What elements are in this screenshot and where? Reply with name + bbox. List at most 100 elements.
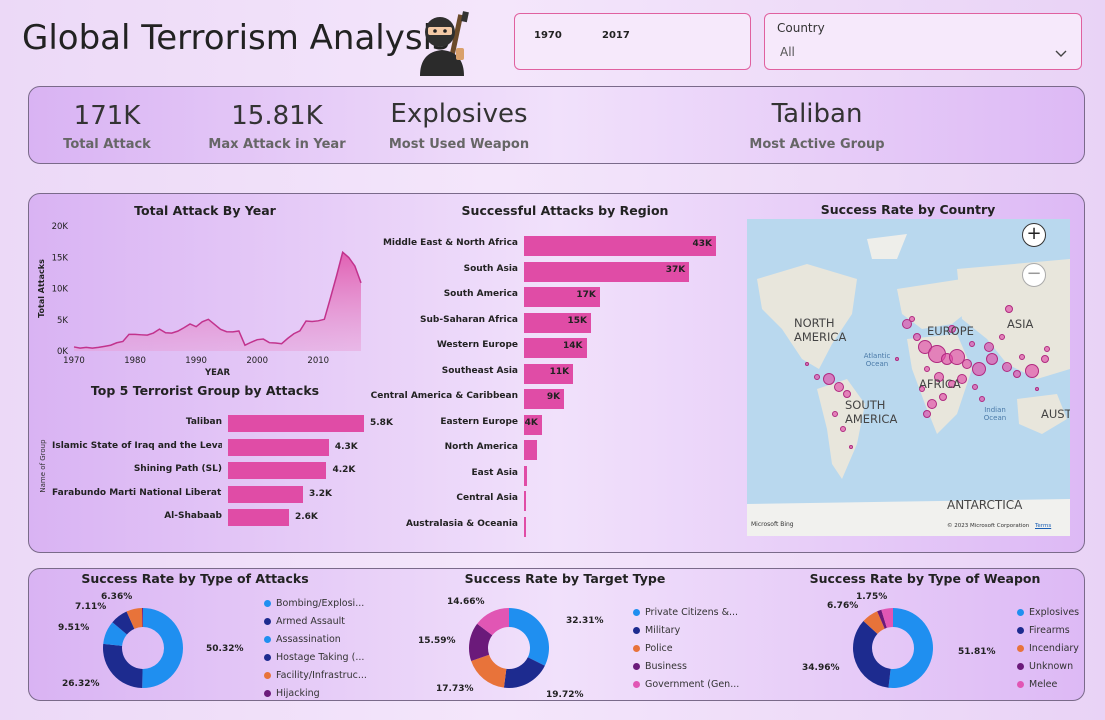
map-country-marker[interactable] xyxy=(1002,362,1012,372)
map-terms-link[interactable]: Terms xyxy=(1035,523,1051,529)
map-country-marker[interactable] xyxy=(832,411,838,417)
legend-item[interactable]: Business xyxy=(633,661,687,672)
bar[interactable] xyxy=(524,465,528,486)
map-country-marker[interactable] xyxy=(1041,355,1049,363)
bar[interactable] xyxy=(524,491,527,511)
legend-item[interactable]: Armed Assault xyxy=(264,616,345,627)
bar-category-label: Islamic State of Iraq and the Levant (IS… xyxy=(52,440,222,451)
bar[interactable] xyxy=(228,415,364,432)
max-attack-label: Max Attack in Year xyxy=(208,137,346,152)
map-country-marker[interactable] xyxy=(999,334,1005,340)
map-country-marker[interactable] xyxy=(1005,305,1013,313)
legend-label: Business xyxy=(645,661,687,672)
donut-slice[interactable] xyxy=(103,643,143,688)
map-country-marker[interactable] xyxy=(834,382,844,392)
map-country-marker[interactable] xyxy=(823,373,835,385)
map-country-marker[interactable] xyxy=(1013,370,1021,378)
map-country-marker[interactable] xyxy=(986,353,998,365)
bar-value-label: 43K xyxy=(692,239,713,249)
legend-item[interactable]: Facility/Infrastruc... xyxy=(264,670,367,681)
group-chart-title: Top 5 Terrorist Group by Attacks xyxy=(90,383,320,398)
map-country-marker[interactable] xyxy=(1035,387,1039,391)
region-chart-title: Successful Attacks by Region xyxy=(461,203,669,218)
donut-slice[interactable] xyxy=(853,621,891,688)
legend-item[interactable]: Hostage Taking (... xyxy=(264,652,364,663)
bar[interactable] xyxy=(228,438,329,456)
legend-item[interactable]: Unknown xyxy=(1017,661,1073,672)
legend-item[interactable]: Firearms xyxy=(1017,625,1070,636)
bar-category-label: Western Europe xyxy=(436,340,518,350)
bar[interactable] xyxy=(228,485,304,503)
bar-value-label: 9K xyxy=(546,392,561,402)
page-title: Global Terrorism Analysis xyxy=(22,18,450,58)
map-country-marker[interactable] xyxy=(849,445,853,449)
donut1-label: 15.59% xyxy=(418,636,456,646)
bar[interactable] xyxy=(524,236,716,256)
map-country-marker[interactable] xyxy=(923,410,931,418)
donut-slice[interactable] xyxy=(509,608,549,666)
map-country-marker[interactable] xyxy=(1019,354,1025,360)
map-country-marker[interactable] xyxy=(939,393,947,401)
donut-slice[interactable] xyxy=(888,608,933,688)
year-area-chart: 0K5K10K15K20K1970 1980 1990 2000 2010YEARTot… xyxy=(37,222,362,378)
bar[interactable] xyxy=(524,440,537,460)
world-map[interactable]: NORTH AMERICA SOUTH AMERICA EUROPE ASIA … xyxy=(747,219,1070,536)
donut-slice[interactable] xyxy=(471,654,507,688)
chevron-down-icon[interactable] xyxy=(1055,44,1067,57)
legend-item[interactable]: Explosives xyxy=(1017,607,1079,618)
attack-area xyxy=(74,252,361,351)
legend-item[interactable]: Police xyxy=(633,643,673,654)
bar-category-label: Sub-Saharan Africa xyxy=(420,314,518,325)
map-country-marker[interactable] xyxy=(805,362,809,366)
bar-value-label: 2.6K xyxy=(294,512,318,522)
legend-item[interactable]: Hijacking xyxy=(264,688,320,699)
map-country-marker[interactable] xyxy=(972,362,986,376)
legend-item[interactable]: Government (Gen... xyxy=(633,679,739,690)
map-country-marker[interactable] xyxy=(840,426,846,432)
map-country-marker[interactable] xyxy=(924,366,930,372)
legend-item[interactable]: Bombing/Explosi... xyxy=(264,598,364,609)
zoom-out-button[interactable]: − xyxy=(1022,263,1046,287)
bar-category-label: Central America & Caribbean xyxy=(370,391,518,401)
year-range-slicer[interactable]: 1970 2017 xyxy=(514,13,751,70)
map-country-marker[interactable] xyxy=(913,333,921,341)
bar[interactable] xyxy=(524,516,526,537)
bar[interactable] xyxy=(228,462,327,479)
year-start[interactable]: 1970 xyxy=(534,30,562,41)
bar-category-label: Central Asia xyxy=(456,493,518,503)
x-tick-label: 1970 xyxy=(63,356,85,366)
legend-item[interactable]: Melee xyxy=(1017,679,1057,690)
bar[interactable] xyxy=(228,509,289,526)
zoom-in-button[interactable]: + xyxy=(1022,223,1046,247)
map-country-marker[interactable] xyxy=(1044,346,1050,352)
bar-category-label: Australasia & Oceania xyxy=(405,518,518,529)
legend-item[interactable]: Incendiary xyxy=(1017,643,1079,654)
donut2-label: 1.75% xyxy=(856,592,888,602)
donut-slice[interactable] xyxy=(142,608,184,688)
map-country-marker[interactable] xyxy=(969,341,975,347)
map-country-marker[interactable] xyxy=(962,359,972,369)
legend-item[interactable]: Military xyxy=(633,625,680,636)
legend-item[interactable]: Assassination xyxy=(264,634,341,645)
country-slicer[interactable]: Country All xyxy=(764,13,1082,70)
map-country-marker[interactable] xyxy=(979,396,985,402)
attack-type-title: Success Rate by Type of Attacks xyxy=(81,571,309,586)
map-label-north-america: NORTH AMERICA xyxy=(794,316,847,344)
map-country-marker[interactable] xyxy=(1025,364,1039,378)
year-end[interactable]: 2017 xyxy=(602,30,630,41)
bing-logo: Microsoft Bing xyxy=(751,521,794,528)
donut0-label: 7.11% xyxy=(75,602,107,612)
bar-value-label: 4K xyxy=(524,417,538,428)
map-country-marker[interactable] xyxy=(843,390,851,398)
map-country-marker[interactable] xyxy=(909,316,915,322)
map-country-marker[interactable] xyxy=(927,399,937,409)
legend-label: Firearms xyxy=(1029,625,1070,636)
map-country-marker[interactable] xyxy=(814,374,820,380)
bar-value-label: 37K xyxy=(665,264,686,275)
x-tick-label: 1990 xyxy=(185,356,207,366)
map-country-marker[interactable] xyxy=(972,384,978,390)
country-value[interactable]: All xyxy=(780,45,795,59)
map-country-marker[interactable] xyxy=(984,342,994,352)
legend-dot-icon xyxy=(264,690,271,697)
legend-item[interactable]: Private Citizens &... xyxy=(633,607,738,618)
